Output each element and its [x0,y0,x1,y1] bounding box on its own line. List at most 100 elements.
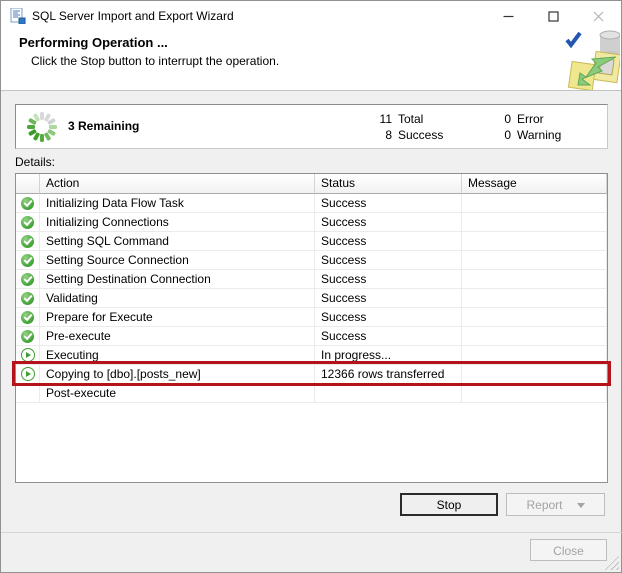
row-status-icon-cell [16,213,40,232]
row-status-icon-cell [16,327,40,346]
action-cell: Setting Destination Connection [40,270,315,289]
message-cell [462,365,607,384]
error-count: 0 [504,112,511,126]
action-cell: Initializing Connections [40,213,315,232]
message-cell [462,308,607,327]
action-cell: Initializing Data Flow Task [40,194,315,213]
status-cell: Success [315,213,462,232]
message-cell [462,289,607,308]
icon-column-header[interactable] [16,174,40,194]
table-row[interactable]: Setting SQL Command Success [16,232,607,251]
table-row[interactable]: Setting Destination Connection Success [16,270,607,289]
message-cell [462,270,607,289]
error-label: Error [517,112,544,126]
success-icon [21,196,34,210]
report-button-label: Report [526,498,563,512]
report-dropdown-icon [576,503,585,509]
wizard-graphic [565,30,620,90]
status-cell: In progress... [315,346,462,365]
maximize-icon [548,10,559,22]
message-cell [462,213,607,232]
status-cell: Success [315,251,462,270]
page-title: Performing Operation ... [19,35,168,50]
message-cell [462,251,607,270]
message-column-header[interactable]: Message [462,174,607,194]
status-cell: Success [315,289,462,308]
row-status-icon-cell [16,251,40,270]
message-cell [462,346,607,365]
progress-spinner-icon [27,112,57,142]
message-cell [462,327,607,346]
window-title: SQL Server Import and Export Wizard [32,9,234,23]
row-status-icon-cell [16,365,40,384]
status-cell: Success [315,308,462,327]
report-button[interactable]: Report [506,493,605,516]
progress-summary-panel: 3 Remaining 11 Total 0 Error 8 Success 0… [15,104,608,149]
table-row[interactable]: Copying to [dbo].[posts_new] 12366 rows t… [16,365,607,384]
row-status-icon-cell [16,289,40,308]
success-icon [21,310,34,324]
table-body: Initializing Data Flow Task Success Initia… [16,194,607,403]
message-cell [462,384,607,403]
minimize-button[interactable] [486,1,531,31]
status-cell: Success [315,194,462,213]
table-row[interactable]: Prepare for Execute Success [16,308,607,327]
action-cell: Prepare for Execute [40,308,315,327]
action-cell: Setting SQL Command [40,232,315,251]
row-status-icon-cell [16,194,40,213]
table-row[interactable]: Post-execute [16,384,607,403]
remaining-count: 3 Remaining [68,119,140,133]
warning-count: 0 [504,128,511,142]
message-cell [462,194,607,213]
details-table: Action Status Message Initializing Data … [15,173,608,483]
status-cell: Success [315,327,462,346]
row-status-icon-cell [16,270,40,289]
action-cell: Setting Source Connection [40,251,315,270]
status-column-header[interactable]: Status [315,174,462,194]
details-label: Details: [15,155,56,169]
success-icon [21,234,34,248]
warning-label: Warning [517,128,562,142]
maximize-button[interactable] [531,1,576,31]
total-count: 11 [379,112,392,126]
row-status-icon-cell [16,346,40,365]
success-icon [21,291,34,305]
close-button[interactable]: Close [530,539,607,561]
status-cell: 12366 rows transferred [315,365,462,384]
page-subtitle: Click the Stop button to interrupt the o… [31,54,280,68]
success-label: Success [398,128,444,142]
message-cell [462,232,607,251]
success-icon [21,272,34,286]
success-icon [21,215,34,229]
wizard-window: SQL Server Import and Export Wizard Perf… [0,0,622,573]
close-window-button[interactable] [576,1,621,31]
total-label: Total [398,112,424,126]
status-cell [315,384,462,403]
success-icon [21,329,34,343]
action-cell: Validating [40,289,315,308]
success-icon [21,253,34,267]
action-cell: Copying to [dbo].[posts_new] [40,365,315,384]
stop-button[interactable]: Stop [400,493,498,516]
footer-divider [1,532,622,533]
table-row[interactable]: Validating Success [16,289,607,308]
table-header: Action Status Message [16,174,607,194]
app-icon [10,8,26,24]
action-cell: Pre-execute [40,327,315,346]
table-row[interactable]: Setting Source Connection Success [16,251,607,270]
action-column-header[interactable]: Action [40,174,315,194]
row-status-icon-cell [16,232,40,251]
table-row[interactable]: Executing In progress... [16,346,607,365]
success-count: 8 [385,128,392,142]
titlebar: SQL Server Import and Export Wizard [1,1,621,31]
status-cell: Success [315,270,462,289]
action-cell: Executing [40,346,315,365]
action-cell: Post-execute [40,384,315,403]
in-progress-icon [20,367,35,381]
table-row[interactable]: Pre-execute Success [16,327,607,346]
stats-grid: 11 Total 0 Error 8 Success 0 Warning [362,111,562,143]
row-status-icon-cell [16,384,40,403]
in-progress-icon [20,348,35,362]
table-row[interactable]: Initializing Data Flow Task Success [16,194,607,213]
table-row[interactable]: Initializing Connections Success [16,213,607,232]
